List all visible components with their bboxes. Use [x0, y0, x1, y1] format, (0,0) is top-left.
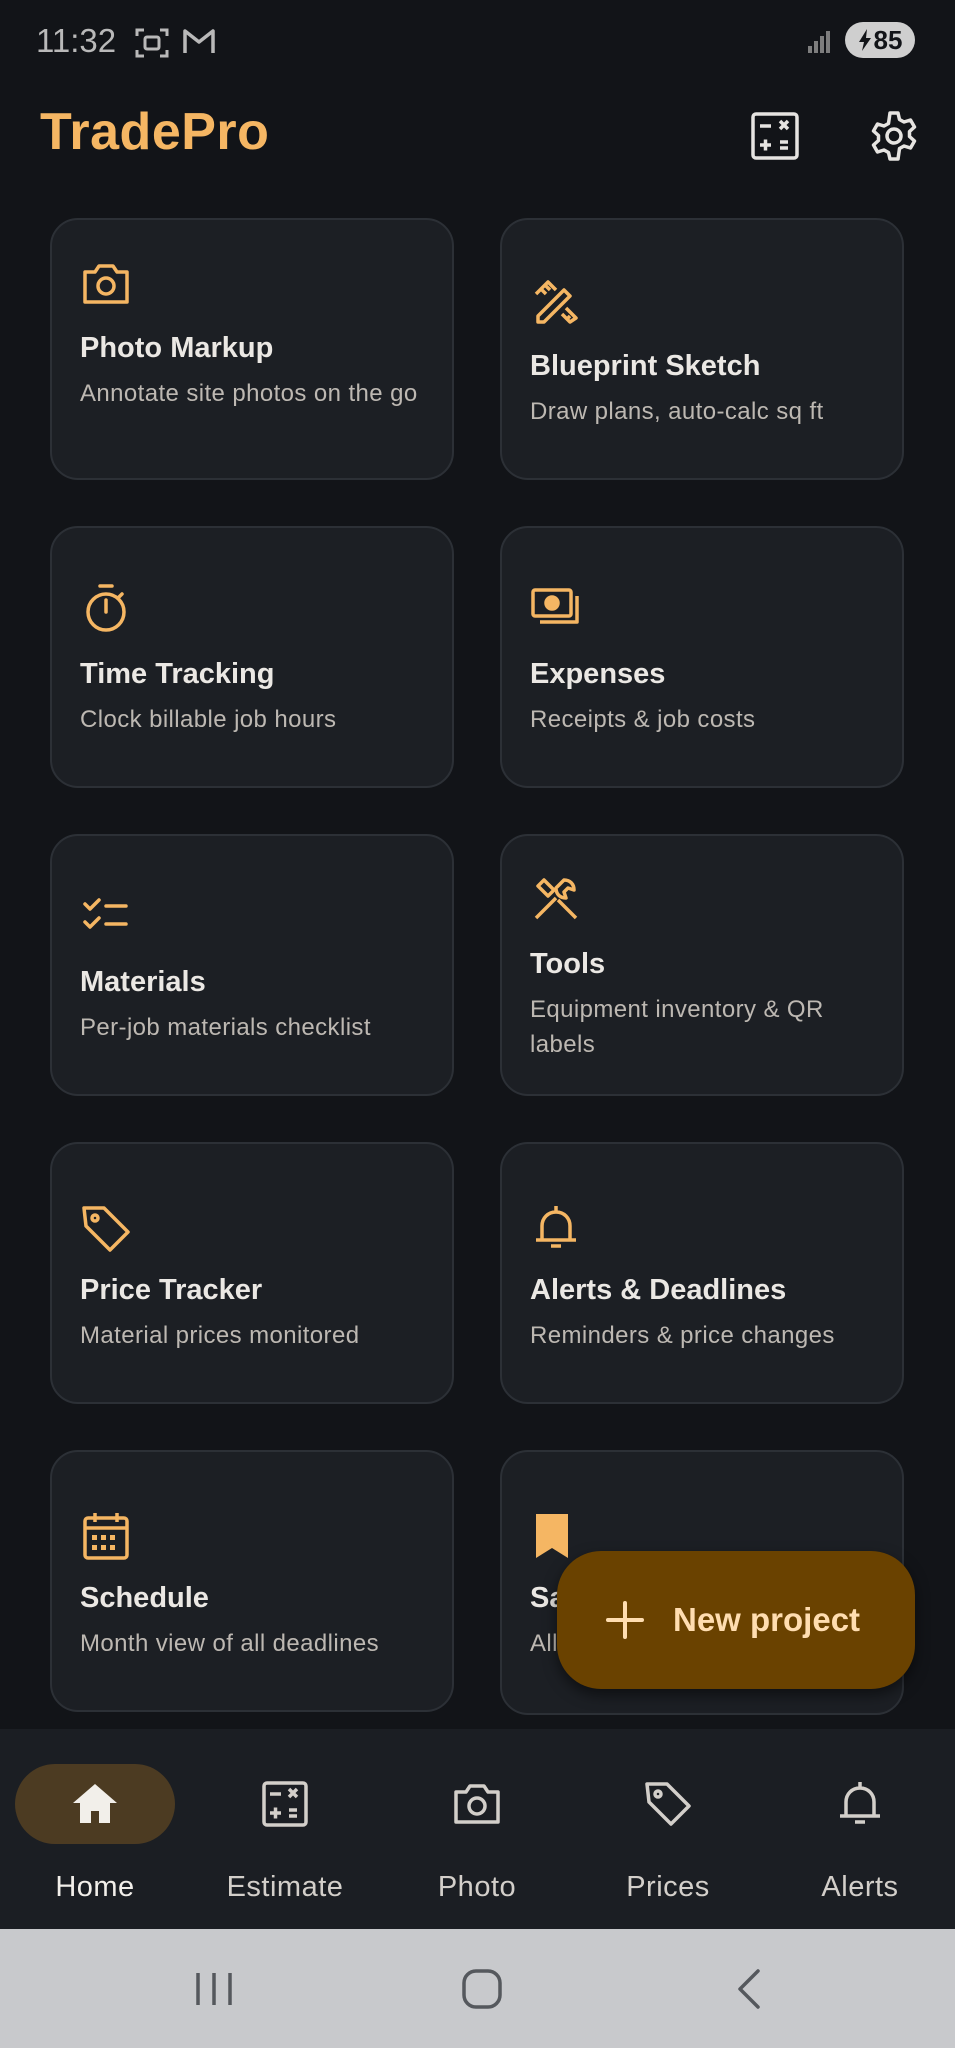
nav-alerts[interactable]: Alerts [765, 1729, 955, 1929]
nav-label: Alerts [821, 1871, 899, 1903]
nav-prices[interactable]: Prices [573, 1729, 763, 1929]
screenshot-icon [135, 28, 169, 58]
nav-photo[interactable]: Photo [382, 1729, 572, 1929]
pencil-ruler-icon [534, 280, 578, 324]
card-title: Photo Markup [80, 332, 274, 364]
new-project-label: New project [673, 1601, 861, 1638]
status-time: 11:32 [36, 22, 117, 59]
price-tag-icon [82, 1206, 130, 1252]
calculator-icon [751, 112, 799, 160]
card-subtitle: Reminders & price changes [530, 1322, 835, 1349]
card-title: Expenses [530, 658, 666, 690]
card-title: Time Tracking [80, 658, 275, 690]
gmail-icon [183, 29, 215, 53]
card-photo-markup[interactable]: Photo Markup Annotate site photos on the… [50, 218, 454, 480]
card-materials[interactable]: Materials Per-job materials checklist [50, 834, 454, 1096]
bell-icon [840, 1782, 880, 1824]
card-title: Price Tracker [80, 1274, 263, 1306]
calculator-icon [262, 1781, 308, 1827]
camera-icon [83, 264, 129, 304]
system-navigation-bar [0, 1929, 955, 2048]
card-subtitle: Annotate site photos on the go [80, 380, 418, 407]
card-tools[interactable]: Tools Equipment inventory & QR labels [500, 834, 904, 1096]
card-title: Blueprint Sketch [530, 350, 761, 382]
bookmark-icon [536, 1514, 568, 1558]
card-alerts-deadlines[interactable]: Alerts & Deadlines Reminders & price cha… [500, 1142, 904, 1404]
back-button[interactable] [720, 1959, 780, 2019]
nav-label: Prices [626, 1871, 710, 1903]
back-icon [738, 1969, 760, 2009]
stopwatch-icon [86, 584, 126, 632]
status-system-icons: 85 [807, 22, 915, 58]
card-title: Alerts & Deadlines [530, 1274, 787, 1306]
card-schedule[interactable]: Schedule Month view of all deadlines [50, 1450, 454, 1712]
card-subtitle: Material prices monitored [80, 1322, 360, 1349]
plus-icon [606, 1601, 644, 1639]
card-title: Schedule [80, 1582, 209, 1614]
status-notification-icons [134, 26, 216, 60]
home-circle-icon [462, 1969, 502, 2009]
app-screen: 11:32 85 TradePro Photo Markup Annotate … [0, 0, 955, 2048]
settings-button[interactable] [866, 108, 922, 164]
hammer-wrench-icon [534, 878, 578, 920]
checklist-icon [83, 898, 128, 929]
card-subtitle: Month view of all deadlines [80, 1630, 379, 1657]
recents-icon [196, 1973, 232, 2005]
card-subtitle: Receipts & job costs [530, 706, 756, 733]
battery-charging-icon: 85 [845, 22, 915, 58]
money-icon [531, 588, 579, 624]
card-title: Tools [530, 948, 606, 980]
card-subtitle: Equipment inventory & QR labels [530, 996, 824, 1058]
nav-label: Photo [437, 1871, 517, 1903]
card-subtitle: Clock billable job hours [80, 706, 337, 733]
calendar-icon [83, 1513, 129, 1560]
recents-button[interactable] [184, 1959, 244, 2019]
card-blueprint-sketch[interactable]: Blueprint Sketch Draw plans, auto-calc s… [500, 218, 904, 480]
battery-level: 85 [873, 24, 903, 55]
card-price-tracker[interactable]: Price Tracker Material prices monitored [50, 1142, 454, 1404]
new-project-button[interactable]: New project [557, 1551, 915, 1689]
calculator-button[interactable] [747, 108, 803, 164]
status-bar: 11:32 85 [0, 0, 955, 84]
nav-label: Estimate [226, 1871, 344, 1903]
price-tag-icon [645, 1782, 691, 1826]
signal-icon [808, 31, 830, 53]
nav-label: Home [55, 1871, 135, 1903]
camera-icon [454, 1784, 500, 1824]
card-subtitle: Draw plans, auto-calc sq ft [530, 398, 824, 425]
card-expenses[interactable]: Expenses Receipts & job costs [500, 526, 904, 788]
card-subtitle: Per-job materials checklist [80, 1014, 371, 1041]
card-time-tracking[interactable]: Time Tracking Clock billable job hours [50, 526, 454, 788]
nav-estimate[interactable]: Estimate [190, 1729, 380, 1929]
home-icon [73, 1784, 117, 1823]
app-title: TradePro [40, 103, 270, 161]
system-home-button[interactable] [452, 1959, 512, 2019]
settings-gear-icon [871, 111, 917, 161]
card-title: Materials [80, 966, 206, 998]
bell-icon [536, 1206, 576, 1248]
bottom-navigation: Home Estimate Photo Prices Alerts [0, 1729, 955, 1929]
nav-home[interactable]: Home [0, 1729, 190, 1929]
